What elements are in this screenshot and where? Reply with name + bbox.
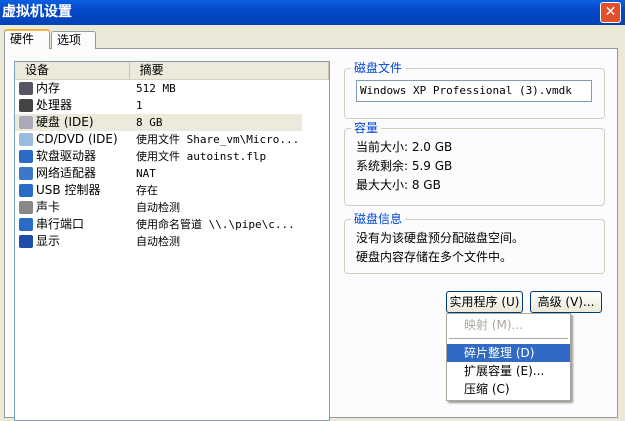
display-icon [19,235,33,248]
disk-info-group: 磁盘信息 没有为该硬盘预分配磁盘空间。 硬盘内容存储在多个文件中。 [344,212,605,274]
device-summary: 自动检测 [136,235,180,248]
current-size: 当前大小: 2.0 GB [356,140,453,154]
menu-item-compact[interactable]: 压缩 (C) [447,380,570,398]
device-summary: 使用命名管道 \\.\pipe\c... [136,218,295,231]
disk-info-line1: 没有为该硬盘预分配磁盘空间。 [356,231,525,245]
floppy-icon [19,150,33,163]
device-summary: 使用文件 Share_vm\Micro... [136,133,300,146]
device-name-cell: 软盘驱动器 [15,148,130,165]
close-button[interactable]: ✕ [600,2,621,23]
device-row[interactable]: 硬盘 (IDE) 8 GB [15,114,302,131]
device-name: CD/DVD (IDE) [36,132,118,146]
usb-icon [19,184,33,197]
disk-file-field[interactable]: Windows XP Professional (3).vmdk [356,80,592,102]
device-name-cell: 内存 [15,80,130,97]
device-row[interactable]: 网络适配器 NAT [15,165,329,182]
device-summary: 存在 [136,184,158,197]
menu-item-defrag[interactable]: 碎片整理 (D) [447,344,570,362]
device-name-cell: 处理器 [15,97,130,114]
device-name: 显示 [36,234,61,248]
cpu-icon [19,99,33,112]
device-name: 声卡 [36,200,61,214]
device-row[interactable]: CD/DVD (IDE) 使用文件 Share_vm\Micro... [15,131,329,148]
device-list[interactable]: 设备 摘要 内存 512 MB 处理器 1 硬盘 (IDE) 8 GB CD/DVD (IDE… [14,61,330,421]
device-summary: 自动检测 [136,201,180,214]
device-row[interactable]: 软盘驱动器 使用文件 autoinst.flp [15,148,329,165]
capacity-group: 容量 当前大小: 2.0 GB 系统剩余: 5.9 GB 最大大小: 8 GB [344,121,605,206]
menu-item-map: 映射 (M)... [464,318,523,332]
device-name-cell: 网络适配器 [15,165,130,182]
column-device[interactable]: 设备 [15,62,130,79]
disk-file-group: 磁盘文件 Windows XP Professional (3).vmdk [344,61,605,119]
device-name: 软盘驱动器 [36,149,97,163]
disk-info-label: 磁盘信息 [351,212,406,226]
window-title: 虚拟机设置 [2,4,72,20]
device-row[interactable]: 显示 自动检测 [15,233,329,250]
device-name: USB 控制器 [36,183,101,197]
device-row[interactable]: 声卡 自动检测 [15,199,329,216]
device-summary: 使用文件 autoinst.flp [136,150,267,163]
tab-options[interactable]: 选项 [51,31,96,49]
device-name: 硬盘 (IDE) [36,115,94,129]
device-summary: NAT [136,167,156,180]
speaker-icon [19,201,33,214]
menu-separator [449,338,568,339]
device-name: 网络适配器 [36,166,97,180]
advanced-button[interactable]: 高级 (V)... [530,291,602,313]
serial-port-icon [19,218,33,231]
network-icon [19,167,33,180]
title-bar: 虚拟机设置 ✕ [0,0,625,25]
device-row[interactable]: USB 控制器 存在 [15,182,329,199]
device-name-cell: USB 控制器 [15,182,130,199]
tab-hardware[interactable]: 硬件 [4,29,50,49]
hard-disk-icon [19,116,33,129]
capacity-label: 容量 [351,121,382,135]
device-name-cell: 串行端口 [15,216,130,233]
device-summary: 1 [136,99,143,112]
device-name-cell: 声卡 [15,199,130,216]
cd-icon [19,133,33,146]
device-summary: 512 MB [136,82,176,95]
device-summary: 8 GB [136,116,163,129]
menu-item-expand[interactable]: 扩展容量 (E)... [447,362,570,380]
disk-info-line2: 硬盘内容存储在多个文件中。 [356,250,513,264]
device-name-cell: 硬盘 (IDE) [15,114,130,131]
device-name-cell: 显示 [15,233,130,250]
utilities-menu: 映射 (M)... 碎片整理 (D) 扩展容量 (E)... 压缩 (C) [446,313,571,401]
device-name-cell: CD/DVD (IDE) [15,131,130,148]
device-name: 处理器 [36,98,73,112]
device-name: 串行端口 [36,217,85,231]
memory-icon [19,82,33,95]
disk-file-label: 磁盘文件 [351,61,406,75]
column-summary[interactable]: 摘要 [130,62,329,79]
utilities-button[interactable]: 实用程序 (U) [446,291,523,313]
device-name: 内存 [36,81,61,95]
system-free: 系统剩余: 5.9 GB [356,159,453,173]
max-size: 最大大小: 8 GB [356,178,441,192]
device-row[interactable]: 内存 512 MB [15,80,329,97]
device-row[interactable]: 处理器 1 [15,97,329,114]
device-row[interactable]: 串行端口 使用命名管道 \\.\pipe\c... [15,216,329,233]
